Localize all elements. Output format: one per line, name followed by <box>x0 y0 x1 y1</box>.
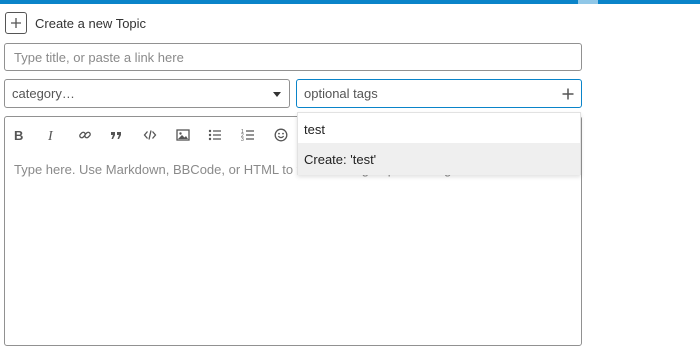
title-input[interactable] <box>4 43 582 71</box>
svg-text:I: I <box>47 129 54 142</box>
top-bar <box>0 0 700 4</box>
plus-icon[interactable] <box>562 88 574 100</box>
new-topic-button[interactable] <box>5 12 27 34</box>
tags-input[interactable]: optional tags <box>296 79 582 108</box>
category-select[interactable]: category… <box>4 79 290 108</box>
tag-filter-value[interactable]: test <box>304 122 325 137</box>
create-tag-option[interactable]: Create: 'test' <box>298 143 580 175</box>
composer-title: Create a new Topic <box>35 15 147 31</box>
top-tab <box>578 0 598 4</box>
composer-header: Create a new Topic <box>5 11 146 35</box>
emoji-icon[interactable] <box>270 126 292 144</box>
bold-icon[interactable]: B <box>7 126 29 144</box>
code-icon[interactable] <box>139 126 161 144</box>
tags-dropdown: test Create: 'test' <box>297 112 581 175</box>
link-icon[interactable] <box>74 126 96 144</box>
image-icon[interactable] <box>172 126 194 144</box>
svg-text:B: B <box>14 128 23 142</box>
blockquote-icon[interactable] <box>105 126 127 144</box>
plus-icon <box>11 18 21 28</box>
italic-icon[interactable]: I <box>40 126 62 144</box>
caret-down-icon <box>273 91 281 97</box>
bullet-list-icon[interactable] <box>204 126 226 144</box>
tags-input-placeholder: optional tags <box>304 86 378 101</box>
svg-text:3: 3 <box>241 137 244 142</box>
category-select-label: category… <box>12 86 75 101</box>
numbered-list-icon[interactable]: 1 2 3 <box>237 126 259 144</box>
